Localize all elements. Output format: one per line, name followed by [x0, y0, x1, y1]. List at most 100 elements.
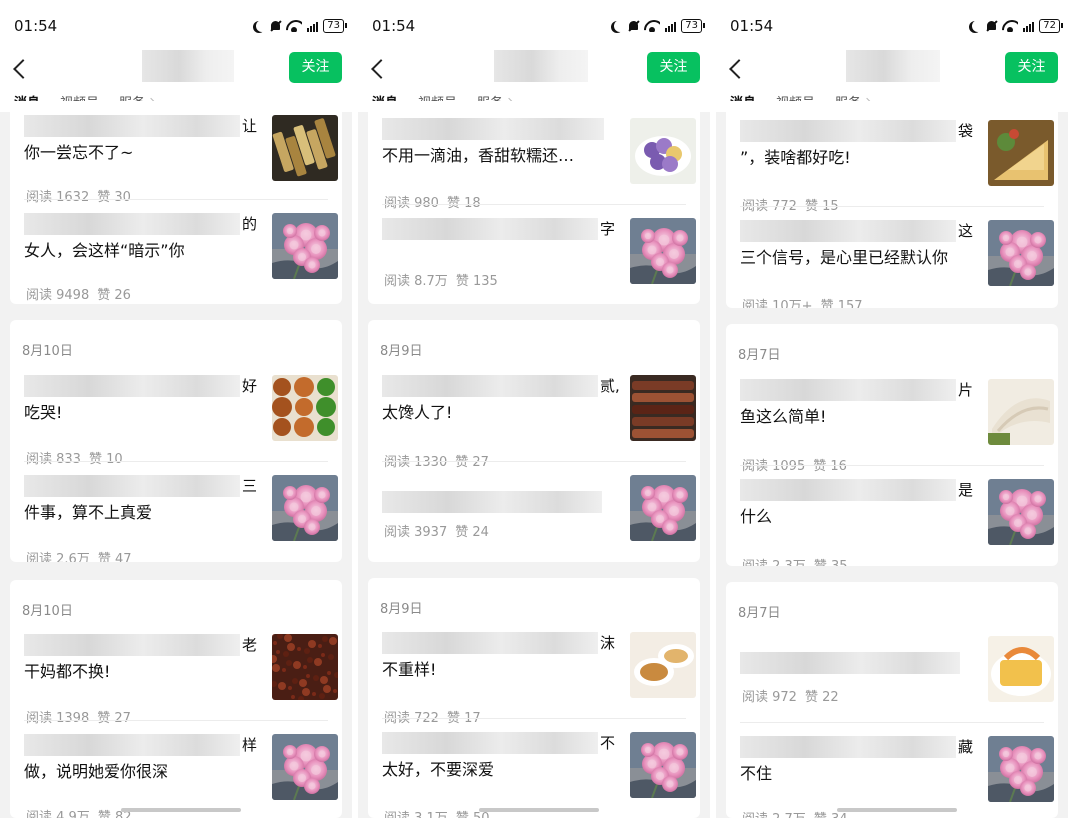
article-stats: 阅读 10万+ 赞 157: [742, 295, 871, 308]
follow-button[interactable]: 关注: [647, 52, 700, 83]
article-item[interactable]: 让你一尝忘不了~ 阅读 1632 赞 30: [24, 115, 340, 215]
read-count: 阅读 1398: [26, 711, 90, 726]
read-count: 阅读 10万+: [742, 299, 813, 308]
article-item[interactable]: 不用一滴油，香甜软糯还… 阅读 980 赞 18: [382, 118, 698, 218]
like-count: 赞 16: [813, 459, 847, 474]
article-item[interactable]: 袋 ”，装啥都好吃! 阅读 772 赞 15: [740, 120, 1056, 220]
title-redacted: [382, 632, 598, 654]
like-count: 赞 27: [97, 711, 131, 726]
status-bar: 01:54 73: [0, 0, 352, 50]
article-title: 件事，算不上真爱: [24, 503, 153, 522]
article-item[interactable]: 好吃哭! 阅读 833 赞 10: [24, 375, 340, 475]
article-title: 鱼这么简单!: [740, 407, 827, 426]
like-count: 赞 27: [455, 455, 489, 470]
home-indicator: [479, 808, 599, 812]
home-indicator: [837, 808, 957, 812]
like-count: 赞 157: [820, 299, 863, 308]
article-thumbnail: [272, 475, 338, 541]
article-thumbnail: [272, 115, 338, 181]
title-redacted: [740, 652, 960, 674]
article-title: ”，装啥都好吃!: [740, 148, 851, 167]
battery-icon: 73: [681, 19, 705, 33]
article-thumbnail: [630, 375, 696, 441]
phone-panel: 01:5473关注消息视频号服务不用一滴油，香甜软糯还…阅读 980赞 18字阅…: [358, 0, 710, 818]
article-item[interactable]: 阅读 3937 赞 24: [382, 475, 698, 562]
status-icons: 73: [253, 18, 347, 34]
title-redacted: [740, 379, 956, 401]
article-item[interactable]: 三件事，算不上真爱 阅读 2.6万赞 47: [24, 475, 340, 562]
article-item[interactable]: 不太好，不要深爱阅读 3.1万 赞 50: [382, 732, 698, 818]
article-thumbnail: [272, 634, 338, 700]
read-count: 阅读 1632: [26, 190, 90, 205]
article-thumbnail: [988, 636, 1054, 702]
article-group-card: 袋 ”，装啥都好吃! 阅读 772 赞 15 这三个信号，是心里已经默认你 阅读 10万+…: [726, 101, 1058, 308]
status-time: 01:54: [730, 17, 774, 35]
article-stats: 阅读 722 赞 17: [384, 707, 489, 726]
article-thumbnail: [272, 734, 338, 800]
article-item[interactable]: 沫不重样! 阅读 722 赞 17: [382, 632, 698, 732]
title-redacted: [382, 732, 598, 754]
article-item[interactable]: 的女人，会这样“暗示”你 阅读 9498 赞 26: [24, 213, 340, 304]
like-count: 赞 26: [97, 288, 131, 303]
article-item[interactable]: 片鱼这么简单! 阅读 1095 赞 16: [740, 379, 1056, 479]
article-item[interactable]: 藏不住阅读 2.7万 赞 34: [740, 736, 1056, 818]
article-stats: 阅读 772 赞 15: [742, 195, 847, 214]
article-title: 什么: [740, 507, 773, 526]
home-indicator: [121, 808, 241, 812]
title-trailing-text: 三: [242, 477, 258, 495]
status-icons: 72: [969, 18, 1063, 34]
article-item[interactable]: 老干妈都不换! 阅读 1398 赞 27: [24, 634, 340, 734]
title-trailing-text: 贰,: [600, 377, 620, 395]
moon-icon: [972, 20, 984, 32]
signal-icon: [1023, 21, 1035, 32]
title-redacted: [382, 375, 598, 397]
article-item[interactable]: 字阅读 8.7万赞 135: [382, 218, 698, 304]
moon-icon: [256, 20, 268, 32]
mute-icon: [986, 20, 997, 32]
title-redacted: [24, 213, 240, 235]
item-divider: [382, 718, 686, 719]
back-arrow-icon[interactable]: [729, 59, 749, 79]
title-redacted: [740, 736, 956, 758]
back-arrow-icon[interactable]: [371, 59, 391, 79]
like-count: 赞 30: [97, 190, 131, 205]
read-count: 阅读 8.7万: [384, 274, 448, 289]
read-count: 阅读 9498: [26, 288, 90, 303]
battery-icon: 73: [323, 19, 347, 33]
article-stats: 阅读 8.7万赞 135: [384, 270, 506, 289]
article-title: 做，说明她爱你很深: [24, 762, 169, 781]
follow-button[interactable]: 关注: [289, 52, 342, 83]
like-count: 赞 135: [455, 274, 498, 289]
date-label: 8月7日: [738, 348, 781, 363]
wifi-icon: [644, 20, 660, 32]
read-count: 阅读 4.9万: [26, 810, 90, 818]
mute-icon: [628, 20, 639, 32]
back-arrow-icon[interactable]: [13, 59, 33, 79]
article-item[interactable]: 阅读 972 赞 22: [740, 636, 1056, 736]
article-title: 不重样!: [382, 660, 437, 679]
article-item[interactable]: 贰, 太馋人了! 阅读 1330 赞 27: [382, 375, 698, 475]
article-item[interactable]: 样做，说明她爱你很深 阅读 4.9万赞 82: [24, 734, 340, 818]
article-stats: 阅读 972 赞 22: [742, 686, 847, 705]
article-thumbnail: [630, 632, 696, 698]
title-redacted: [382, 491, 602, 513]
article-group-card: 8月7日片鱼这么简单! 阅读 1095 赞 16 是什么阅读 2.3万 赞 35: [726, 324, 1058, 566]
item-divider: [24, 199, 328, 200]
wifi-icon: [286, 20, 302, 32]
article-title: 吃哭!: [24, 403, 63, 422]
signal-icon: [665, 21, 677, 32]
status-time: 01:54: [14, 17, 58, 35]
read-count: 阅读 3.1万: [384, 811, 448, 818]
article-title: 太馋人了!: [382, 403, 453, 422]
item-divider: [382, 461, 686, 462]
article-stats: 阅读 833 赞 10: [26, 448, 131, 467]
article-item[interactable]: 这三个信号，是心里已经默认你 阅读 10万+ 赞 157: [740, 220, 1056, 308]
follow-button[interactable]: 关注: [1005, 52, 1058, 83]
phone-panel: 01:5473关注消息视频号服务让你一尝忘不了~阅读 1632赞 30的女人，会…: [0, 0, 352, 818]
article-stats: 阅读 3937 赞 24: [384, 521, 497, 540]
title-trailing-text: 沫: [600, 634, 616, 652]
article-group-card: 让你一尝忘不了~ 阅读 1632 赞 30 的女人，会这样“暗示”你 阅读 9498 赞 …: [10, 101, 342, 304]
title-redacted: [382, 218, 598, 240]
article-thumbnail: [988, 120, 1054, 186]
article-item[interactable]: 是什么阅读 2.3万 赞 35: [740, 479, 1056, 566]
